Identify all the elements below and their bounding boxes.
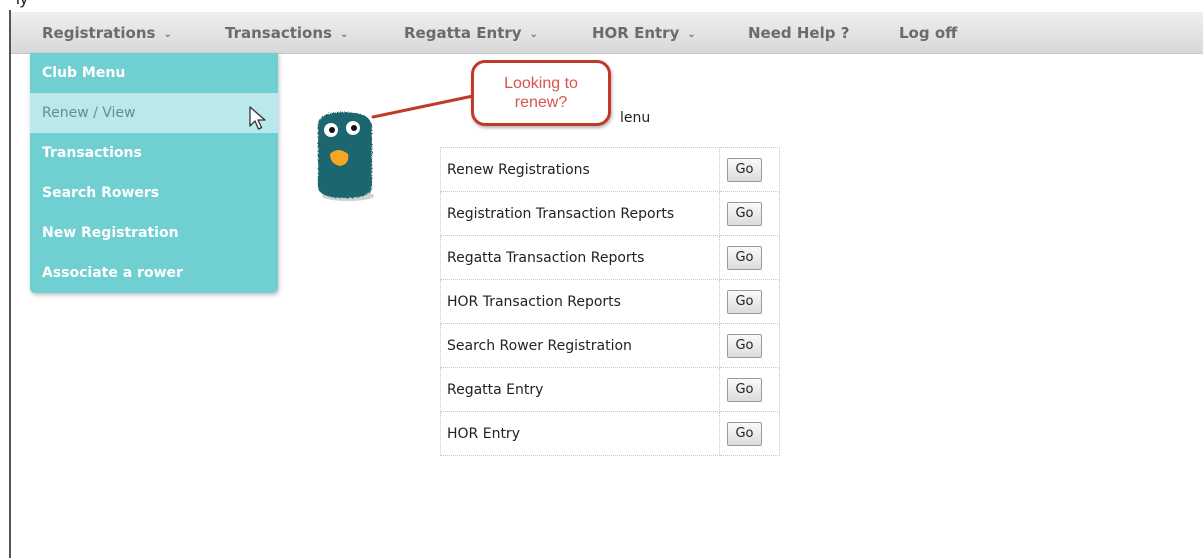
sidebar-item-label: New Registration	[42, 225, 179, 241]
monster-mascot-icon	[318, 112, 374, 201]
clipped-header-text: ly	[0, 0, 1203, 12]
row-label: Registration Transaction Reports	[440, 191, 720, 236]
mouse-pointer-icon	[249, 106, 266, 130]
actions-table: Renew Registrations Go Registration Tran…	[440, 147, 780, 456]
sidebar-item-associate-rower[interactable]: Associate a rower	[30, 253, 278, 293]
nav-hor-entry-label: HOR Entry	[592, 23, 680, 42]
sidebar-item-label: Club Menu	[42, 65, 126, 81]
table-row: Regatta Entry Go	[440, 367, 780, 412]
table-row: Regatta Transaction Reports Go	[440, 235, 780, 280]
table-row: HOR Transaction Reports Go	[440, 279, 780, 324]
sidebar-item-label: Renew / View	[42, 105, 136, 121]
sidebar-item-search-rowers[interactable]: Search Rowers	[30, 173, 278, 213]
table-row: Registration Transaction Reports Go	[440, 191, 780, 236]
go-button[interactable]: Go	[727, 245, 762, 270]
nav-need-help[interactable]: Need Help ?	[748, 12, 849, 53]
sidebar-item-renew-view[interactable]: Renew / View	[30, 93, 278, 133]
go-button[interactable]: Go	[727, 289, 762, 314]
go-button[interactable]: Go	[727, 377, 762, 402]
nav-log-off[interactable]: Log off	[899, 12, 957, 53]
go-button[interactable]: Go	[727, 201, 762, 226]
chevron-down-icon: ⌄	[163, 29, 172, 40]
left-border	[9, 10, 11, 558]
row-label: HOR Entry	[440, 411, 720, 456]
chevron-down-icon: ⌄	[339, 29, 349, 40]
table-row: Search Rower Registration Go	[440, 323, 780, 368]
nav-log-off-label: Log off	[899, 23, 958, 42]
callout-pointer	[371, 94, 475, 119]
chevron-down-icon: ⌄	[687, 29, 696, 40]
nav-need-help-label: Need Help ?	[748, 23, 850, 42]
nav-registrations-label: Registrations	[42, 23, 156, 42]
row-label: Search Rower Registration	[440, 323, 720, 368]
nav-regatta-entry[interactable]: Regatta Entry ⌄	[404, 12, 538, 53]
row-label: Regatta Transaction Reports	[440, 235, 720, 280]
callout-bubble: Looking to renew?	[471, 60, 611, 126]
club-menu-dropdown: Club Menu Renew / View Transactions Sear…	[30, 53, 278, 293]
row-label: HOR Transaction Reports	[440, 279, 720, 324]
sidebar-item-new-registration[interactable]: New Registration	[30, 213, 278, 253]
chevron-down-icon: ⌄	[529, 29, 538, 40]
row-label: Regatta Entry	[440, 367, 720, 412]
nav-registrations[interactable]: Registrations ⌄	[42, 12, 172, 53]
header-fragment: ly	[16, 0, 28, 9]
nav-regatta-entry-label: Regatta Entry	[404, 23, 522, 42]
callout-text-line2: renew?	[514, 94, 568, 111]
sidebar-item-club-menu[interactable]: Club Menu	[30, 53, 278, 93]
sidebar-item-transactions[interactable]: Transactions	[30, 133, 278, 173]
sidebar-item-label: Associate a rower	[42, 265, 183, 281]
callout-text-line1: Looking to	[504, 75, 578, 92]
table-row: HOR Entry Go	[440, 411, 780, 456]
sidebar-item-label: Search Rowers	[42, 185, 160, 201]
nav-transactions[interactable]: Transactions ⌄	[225, 12, 348, 53]
nav-hor-entry[interactable]: HOR Entry ⌄	[592, 12, 696, 53]
go-button[interactable]: Go	[727, 421, 762, 446]
sidebar-item-label: Transactions	[42, 145, 142, 161]
go-button[interactable]: Go	[727, 157, 762, 182]
go-button[interactable]: Go	[727, 333, 762, 358]
top-navbar: Registrations ⌄ Transactions ⌄ Regatta E…	[11, 12, 1203, 54]
nav-transactions-label: Transactions	[225, 23, 332, 42]
table-row: Renew Registrations Go	[440, 147, 780, 192]
row-label: Renew Registrations	[440, 147, 720, 192]
menu-heading: lenu	[620, 110, 651, 126]
